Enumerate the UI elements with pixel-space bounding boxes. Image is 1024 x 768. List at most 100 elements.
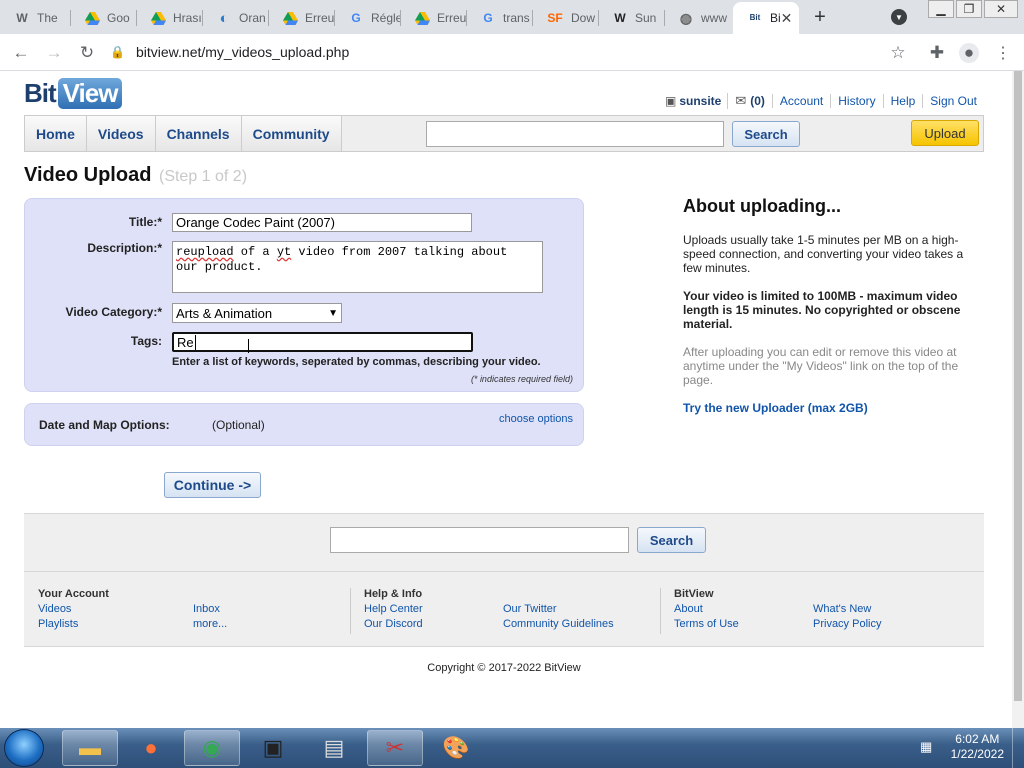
footer-heading: Help & Info <box>364 588 423 600</box>
browser-tab[interactable]: Erreu <box>400 2 466 34</box>
scrollbar-thumb[interactable] <box>1014 71 1022 701</box>
minimize-icon[interactable]: ▁ <box>928 0 954 18</box>
extensions-icon[interactable]: ✚ <box>927 43 947 63</box>
paint-icon[interactable]: 🎨 <box>428 730 484 766</box>
footer-link-playlists[interactable]: Playlists <box>38 618 78 630</box>
about-edit-note: After uploading you can edit or remove t… <box>683 345 959 387</box>
tab-title: The <box>37 11 58 25</box>
browser-tab-active[interactable]: Bit Bi ✕ <box>733 2 799 34</box>
footer-link-about[interactable]: About <box>674 603 703 615</box>
footer-link-guidelines[interactable]: Community Guidelines <box>503 618 614 630</box>
forward-icon[interactable]: → <box>44 43 64 63</box>
tab-title: trans <box>503 11 530 25</box>
continue-button[interactable]: Continue -> <box>164 472 261 498</box>
footer-link-whats-new[interactable]: What's New <box>813 603 871 615</box>
footer-link-discord[interactable]: Our Discord <box>364 618 423 630</box>
system-clock[interactable]: 6:02 AM 1/22/2022 <box>951 732 1004 762</box>
address-bar[interactable]: 🔒 bitview.net/my_videos_upload.php <box>110 38 874 66</box>
app-window-icon[interactable]: ▣ <box>245 730 301 766</box>
header-search-button[interactable]: Search <box>732 121 800 147</box>
browser-tab[interactable]: Erreu <box>268 2 334 34</box>
close-window-icon[interactable]: ✕ <box>984 0 1018 18</box>
footer-search-button[interactable]: Search <box>637 527 706 553</box>
about-uploading: About uploading... Uploads usually take … <box>683 196 973 415</box>
browser-tab[interactable]: G trans <box>466 2 532 34</box>
browser-tab[interactable]: G Régle <box>334 2 400 34</box>
show-desktop-button[interactable] <box>1012 728 1024 768</box>
chevron-down-icon: ▼ <box>328 307 338 319</box>
footer-link-inbox[interactable]: Inbox <box>193 603 220 615</box>
browser-tab[interactable]: SF Dow <box>532 2 598 34</box>
network-icon[interactable]: ▦ <box>920 739 936 755</box>
category-label: Video Category:* <box>65 305 162 319</box>
tab-title: Goo <box>107 11 130 25</box>
menu-kebab-icon[interactable]: ⋮ <box>993 43 1013 63</box>
clock-time: 6:02 AM <box>955 732 1000 746</box>
browser-tab[interactable]: W Sun <box>598 2 664 34</box>
nav-home[interactable]: Home <box>25 116 87 151</box>
reload-icon[interactable]: ↻ <box>77 43 97 63</box>
main-nav: Home Videos Channels Community Search Up… <box>24 115 984 152</box>
footer-link-twitter[interactable]: Our Twitter <box>503 603 557 615</box>
restore-icon[interactable]: ❐ <box>956 0 982 18</box>
account-link[interactable]: Account <box>771 94 830 108</box>
page-title: Video Upload (Step 1 of 2) <box>24 164 247 187</box>
description-text: of a <box>233 245 277 259</box>
footer-search-input[interactable] <box>330 527 629 553</box>
window-controls: ▁ ❐ ✕ <box>926 0 1018 18</box>
profile-avatar-icon[interactable]: ● <box>959 43 979 63</box>
browser-tab[interactable]: Hrası <box>136 2 202 34</box>
nav-community[interactable]: Community <box>241 116 342 151</box>
chrome-icon[interactable]: ◉ <box>184 730 240 766</box>
upload-button[interactable]: Upload <box>911 120 979 146</box>
help-link[interactable]: Help <box>882 94 923 108</box>
tool-app-icon[interactable]: ✂ <box>367 730 423 766</box>
title-input[interactable]: Orange Codec Paint (2007) <box>172 213 472 232</box>
nav-channels[interactable]: Channels <box>155 116 242 151</box>
browser-tab[interactable]: ◐ Oran <box>202 2 268 34</box>
tab-title: Sun <box>635 11 657 25</box>
history-link[interactable]: History <box>830 94 882 108</box>
tags-value: Re <box>177 335 194 350</box>
footer-link-privacy[interactable]: Privacy Policy <box>813 618 881 630</box>
description-textarea[interactable]: reupload of a yt video from 2007 talking… <box>172 241 543 293</box>
footer-link-terms[interactable]: Terms of Use <box>674 618 739 630</box>
text-caret <box>194 335 196 350</box>
date-map-label: Date and Map Options: <box>39 418 170 432</box>
bitview-logo[interactable]: Bit View <box>24 77 123 109</box>
footer-link-videos[interactable]: Videos <box>38 603 71 615</box>
footer-link-more[interactable]: more... <box>193 618 227 630</box>
nav-videos[interactable]: Videos <box>86 116 156 151</box>
globe-icon: ◍ <box>679 9 693 26</box>
sign-out-link[interactable]: Sign Out <box>922 94 984 108</box>
start-button[interactable] <box>4 729 44 767</box>
new-uploader-link[interactable]: Try the new Uploader (max 2GB) <box>683 401 868 415</box>
tab-search-icon[interactable]: ▼ <box>891 9 907 25</box>
footer-link-help-center[interactable]: Help Center <box>364 603 423 615</box>
category-select[interactable]: Arts & Animation ▼ <box>172 303 342 323</box>
footer-divider <box>24 571 984 572</box>
wikipedia-icon: W <box>16 11 28 25</box>
tags-input[interactable]: Re <box>172 332 473 352</box>
footer-column-divider <box>660 588 661 634</box>
new-tab-button[interactable]: + <box>809 6 831 28</box>
browser-tab[interactable]: ◍ www <box>664 2 730 34</box>
file-explorer-icon[interactable]: ▬ <box>62 730 118 766</box>
back-icon[interactable]: ← <box>11 43 31 63</box>
browser-tab[interactable]: Goo <box>70 2 136 34</box>
windows-taskbar: ▬ ● ◉ ▣ ▤ ✂ 🎨 ▦ 6:02 AM 1/22/2022 <box>0 728 1024 768</box>
firefox-icon[interactable]: ● <box>123 730 179 766</box>
choose-options-link[interactable]: choose options <box>499 413 573 425</box>
header-search-input[interactable] <box>426 121 724 147</box>
page-scrollbar[interactable] <box>1012 71 1024 728</box>
close-tab-icon[interactable]: ✕ <box>781 10 793 27</box>
username-link[interactable]: sunsite <box>676 94 727 108</box>
inbox-count[interactable]: (0) <box>746 94 772 108</box>
clock-date: 1/22/2022 <box>950 747 1004 761</box>
browser-tab[interactable]: W The <box>0 2 70 34</box>
footer-column-divider <box>350 588 351 634</box>
required-note: (* indicates required field) <box>470 374 573 384</box>
media-app-icon[interactable]: ▤ <box>306 730 362 766</box>
bookmark-star-icon[interactable]: ☆ <box>888 43 908 63</box>
tags-label: Tags: <box>130 334 162 348</box>
